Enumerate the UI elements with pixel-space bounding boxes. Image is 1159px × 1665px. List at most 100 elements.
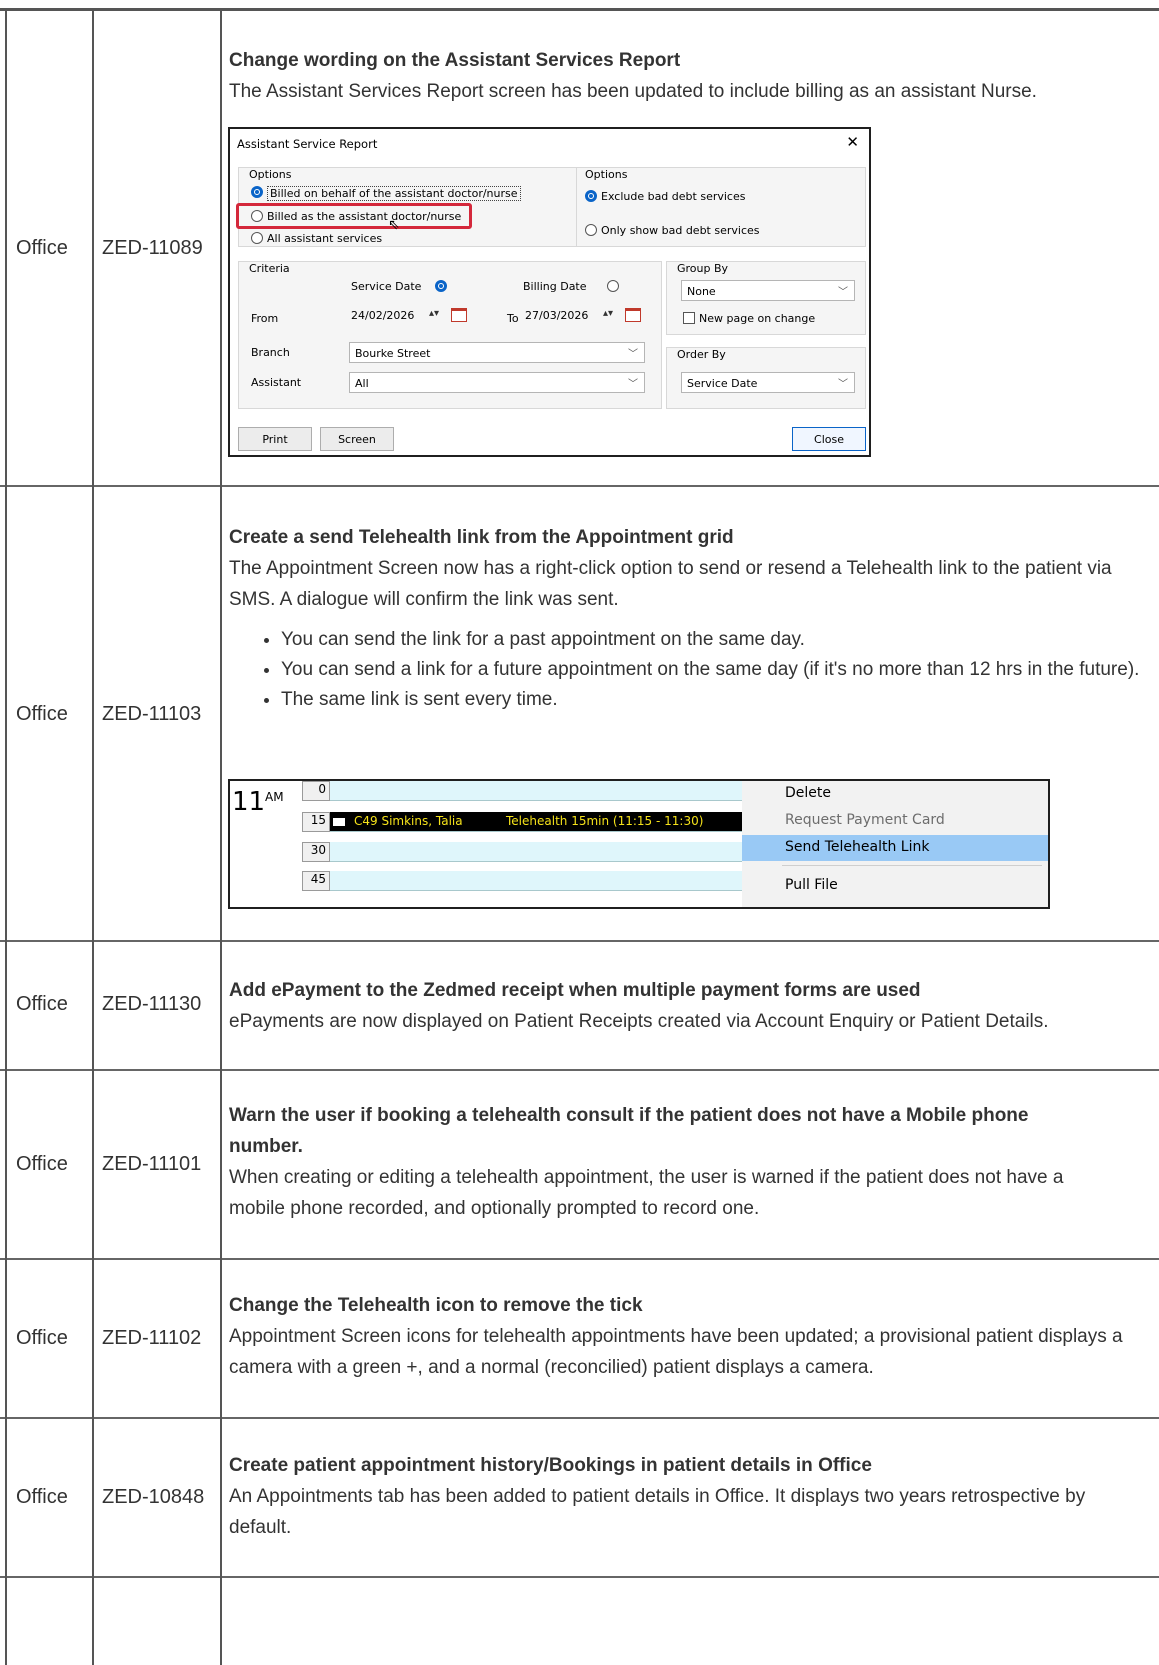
branch-label: Branch	[251, 346, 290, 359]
to-spinner-icon[interactable]: ▴▾	[603, 308, 613, 319]
appointment-detail: Telehealth 15min (11:15 - 11:30)	[506, 814, 704, 828]
description-cell: Change the Telehealth icon to remove the…	[229, 1290, 1154, 1383]
assistant-value: All	[355, 377, 369, 390]
change-text: An Appointments tab has been added to pa…	[229, 1486, 1086, 1538]
ticket-id-cell: ZED-10848	[102, 1486, 205, 1508]
menu-item-delete[interactable]: Delete	[742, 781, 1048, 807]
description-cell: Warn the user if booking a telehealth co…	[229, 1100, 1089, 1224]
product-cell: Office	[16, 703, 68, 725]
bullet-list: You can send the link for a past appoint…	[229, 625, 1154, 715]
product-cell: Office	[16, 1486, 68, 1508]
print-button[interactable]: Print	[238, 427, 312, 451]
assistant-select[interactable]: All ﹀	[349, 372, 645, 393]
chevron-down-icon: ﹀	[628, 349, 638, 360]
to-label: To	[507, 312, 519, 325]
to-calendar-icon[interactable]	[625, 308, 641, 322]
row-divider	[0, 485, 1159, 487]
change-title: Create a send Telehealth link from the A…	[229, 527, 734, 548]
context-menu: Delete Request Payment Card Send Telehea…	[742, 781, 1048, 907]
description-cell: Create patient appointment history/Booki…	[229, 1450, 1089, 1543]
chevron-down-icon: ﹀	[628, 379, 638, 390]
hour-label: 11	[232, 787, 266, 817]
menu-item-request-payment-card[interactable]: Request Payment Card	[742, 808, 1048, 834]
close-button[interactable]: Close	[792, 427, 866, 451]
column-divider	[5, 10, 7, 1665]
list-item: You can send a link for a future appoint…	[281, 655, 1154, 685]
from-date-field[interactable]: 24/02/2026	[347, 306, 427, 327]
appointment-grid-screenshot: 11 AM 0 15 C49 Simkins, Talia Telehealth…	[228, 779, 1050, 909]
product-cell: Office	[16, 1327, 68, 1349]
chevron-down-icon: ﹀	[838, 379, 848, 390]
description-cell: Add ePayment to the Zedmed receipt when …	[229, 975, 1159, 1037]
group-by-select[interactable]: None ﹀	[681, 280, 855, 301]
assistant-service-report-dialog: Assistant Service Report ✕ Options Bille…	[228, 127, 871, 457]
chevron-down-icon: ﹀	[838, 287, 848, 298]
product-cell: Office	[16, 237, 68, 259]
row-divider	[0, 1417, 1159, 1419]
radio-billing-date[interactable]	[607, 280, 619, 292]
assistant-label: Assistant	[251, 376, 302, 389]
radio-all[interactable]	[251, 232, 263, 244]
to-date-field[interactable]: 27/03/2026	[521, 306, 601, 327]
radio-only-bad-debt[interactable]	[585, 224, 597, 236]
radio-all-label: All assistant services	[267, 232, 383, 245]
criteria-label: Criteria	[249, 262, 290, 275]
product-cell: Office	[16, 993, 68, 1015]
row-divider	[0, 940, 1159, 942]
change-text: The Assistant Services Report screen has…	[229, 81, 1037, 102]
from-calendar-icon[interactable]	[451, 308, 467, 322]
order-by-select[interactable]: Service Date ﹀	[681, 372, 855, 393]
column-divider	[92, 10, 94, 1665]
time-slot[interactable]	[330, 781, 744, 801]
group-by-label: Group By	[677, 262, 729, 275]
new-page-label: New page on change	[699, 312, 816, 325]
options-left-label: Options	[249, 168, 292, 181]
menu-item-send-telehealth-link[interactable]: Send Telehealth Link	[742, 835, 1048, 861]
close-icon[interactable]: ✕	[846, 133, 859, 151]
time-slot[interactable]	[330, 871, 744, 891]
row-divider	[0, 1258, 1159, 1260]
billing-date-label: Billing Date	[523, 280, 587, 293]
screen-button[interactable]: Screen	[320, 427, 394, 451]
change-title: Change wording on the Assistant Services…	[229, 50, 681, 71]
radio-only-bad-debt-label: Only show bad debt services	[601, 224, 760, 237]
new-page-checkbox[interactable]	[683, 312, 695, 324]
change-text: The Appointment Screen now has a right-c…	[229, 558, 1112, 610]
ampm-label: AM	[265, 790, 284, 804]
change-text: When creating or editing a telehealth ap…	[229, 1167, 1064, 1219]
order-by-label: Order By	[677, 348, 726, 361]
from-label: From	[251, 312, 279, 325]
minute-label: 0	[302, 781, 330, 801]
radio-billed-on-behalf-label: Billed on behalf of the assistant doctor…	[267, 186, 521, 201]
minute-label: 45	[302, 871, 330, 891]
column-divider	[220, 10, 222, 1665]
dialog-title: Assistant Service Report	[237, 137, 378, 151]
cursor-icon: ⇖	[388, 217, 400, 233]
radio-service-date[interactable]	[435, 280, 447, 292]
change-title: Create patient appointment history/Booki…	[229, 1455, 872, 1476]
menu-item-pull-file[interactable]: Pull File	[742, 873, 1048, 899]
radio-exclude-bad-debt[interactable]	[585, 190, 597, 202]
row-divider	[0, 1576, 1159, 1578]
minute-label: 15	[302, 812, 330, 832]
from-spinner-icon[interactable]: ▴▾	[429, 308, 439, 319]
branch-select[interactable]: Bourke Street ﹀	[349, 342, 645, 363]
change-title: Warn the user if booking a telehealth co…	[229, 1105, 1029, 1157]
group-by-panel: Group By None ﹀ New page on change	[666, 261, 866, 335]
service-date-label: Service Date	[351, 280, 422, 293]
ticket-id-cell: ZED-11103	[102, 703, 202, 725]
time-slot[interactable]	[330, 842, 744, 862]
order-by-panel: Order By Service Date ﹀	[666, 347, 866, 409]
change-title: Change the Telehealth icon to remove the…	[229, 1295, 643, 1316]
product-cell: Office	[16, 1153, 68, 1175]
ticket-id-cell: ZED-11101	[102, 1153, 202, 1175]
appointment-patient: C49 Simkins, Talia	[354, 814, 463, 828]
ticket-id-cell: ZED-11102	[102, 1327, 202, 1349]
ticket-id-cell: ZED-11130	[102, 993, 202, 1015]
minute-label: 30	[302, 842, 330, 862]
options-right-panel: Options Exclude bad debt services Only s…	[576, 167, 866, 247]
change-title: Add ePayment to the Zedmed receipt when …	[229, 980, 921, 1001]
radio-billed-on-behalf[interactable]	[251, 186, 263, 198]
radio-exclude-bad-debt-label: Exclude bad debt services	[601, 190, 746, 203]
description-cell: Create a send Telehealth link from the A…	[229, 522, 1154, 715]
